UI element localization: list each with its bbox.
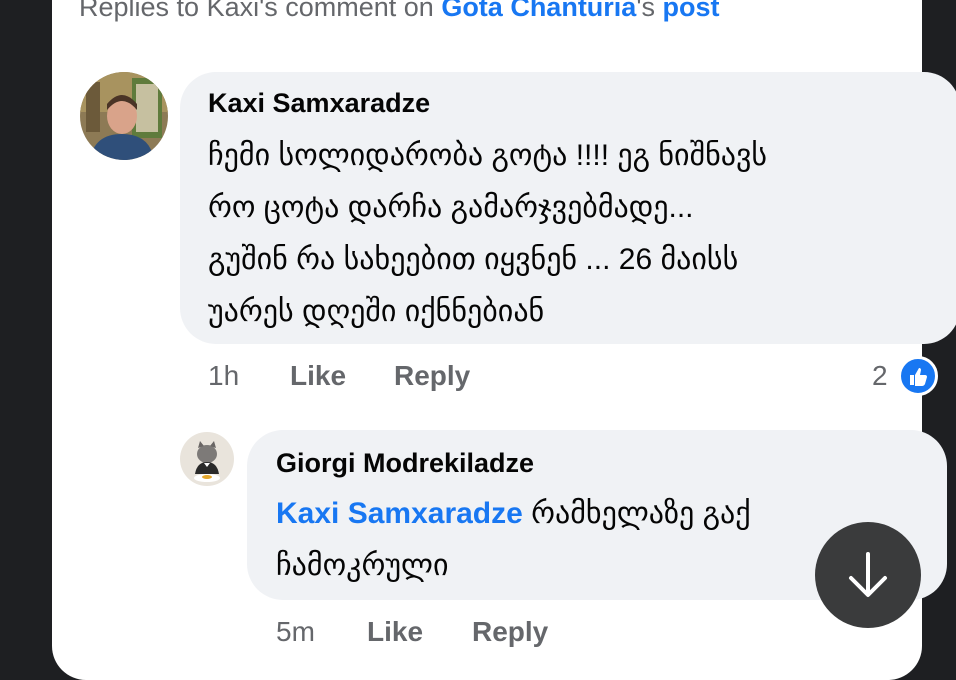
- avatar-kaxi[interactable]: [80, 72, 168, 160]
- reply-author[interactable]: Giorgi Modrekiladze: [276, 448, 534, 479]
- post-link[interactable]: post: [662, 0, 719, 22]
- comment-text: ჩემი სოლიდარობა გოტა !!!! ეგ ნიშნავს რო …: [208, 130, 928, 338]
- comment-like-button[interactable]: Like: [290, 360, 346, 392]
- arrow-down-icon: [849, 552, 887, 597]
- reply-reply-button[interactable]: Reply: [472, 616, 548, 648]
- comment-line: უარეს დღეში იქნნებიან: [208, 295, 545, 328]
- header-suffix: 's: [636, 0, 663, 22]
- replies-header: Replies to Kaxi's comment on Gota Chantu…: [79, 0, 719, 23]
- post-owner-link[interactable]: Gota Chanturia: [441, 0, 636, 22]
- comment-reply-button[interactable]: Reply: [394, 360, 470, 392]
- comment-line: გუშინ რა სახეებით იყვნენ ... 26 მაისს: [208, 243, 739, 276]
- comment-line: ჩემი სოლიდარობა გოტა !!!! ეგ ნიშნავს: [208, 139, 768, 172]
- header-prefix: Replies to Kaxi's comment on: [79, 0, 442, 22]
- comment-time[interactable]: 1h: [208, 360, 239, 392]
- reply-text-rest: რამხელაზე გაქ: [522, 497, 751, 530]
- scroll-down-button[interactable]: [815, 522, 921, 628]
- reply-mention[interactable]: Kaxi Samxaradze: [276, 497, 523, 530]
- avatar-giorgi[interactable]: [180, 432, 234, 486]
- thumbs-up-icon[interactable]: [898, 356, 938, 396]
- reply-like-button[interactable]: Like: [367, 616, 423, 648]
- reaction-count[interactable]: 2: [872, 360, 888, 392]
- comment-author[interactable]: Kaxi Samxaradze: [208, 88, 430, 119]
- comment-line: რო ცოტა დარჩა გამარჯვებმადე...: [208, 191, 694, 224]
- reply-time[interactable]: 5m: [276, 616, 315, 648]
